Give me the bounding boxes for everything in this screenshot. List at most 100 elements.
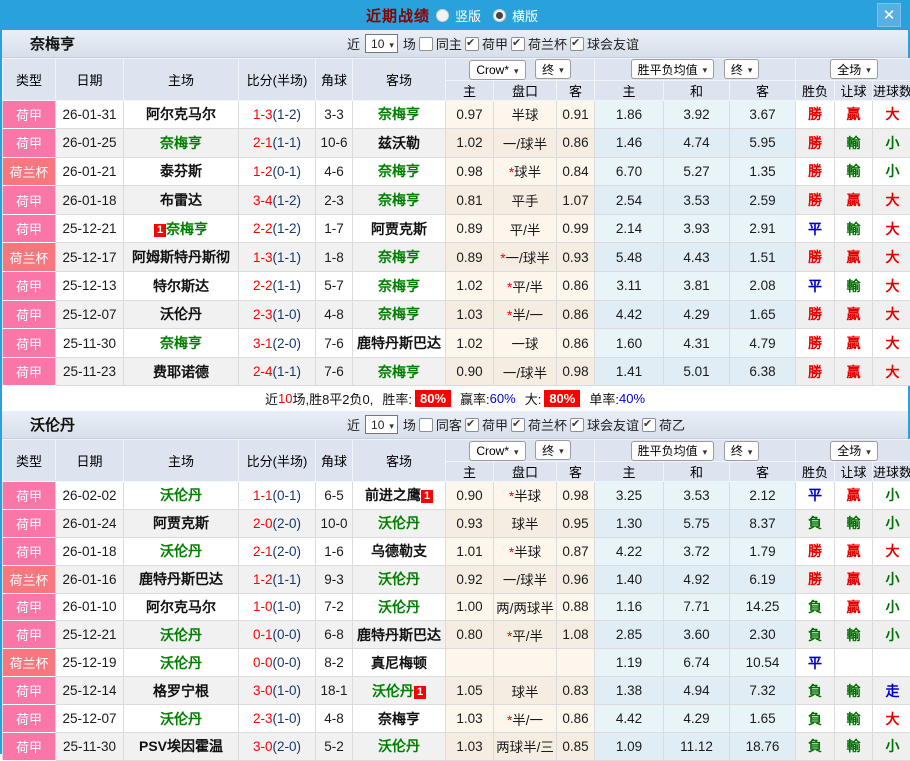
team-name: PSV埃因霍温 (139, 738, 223, 754)
result-goals-cell: 小 (873, 481, 910, 509)
single-rate-label: 单率: (589, 389, 619, 408)
col-res-wdl: 胜负 (796, 461, 835, 481)
eu-final-dropdown[interactable]: 终 (724, 59, 760, 79)
league-type-cell: 荷甲 (3, 509, 56, 537)
col-eu-draw: 和 (664, 80, 730, 100)
summary-count: 10 (278, 391, 292, 406)
result-goals-cell: 大 (873, 300, 910, 329)
league-type-cell: 荷兰杯 (3, 243, 56, 272)
ah-home-odds-cell: 0.90 (446, 357, 494, 386)
ah-line-cell: *一/球半 (494, 243, 557, 272)
corners-cell: 4-8 (316, 300, 353, 329)
team-name: 奈梅亨 (378, 711, 420, 727)
team-name: 泰芬斯 (160, 163, 202, 179)
profit-rate-value: 60% (490, 391, 516, 406)
match-row: 荷甲25-12-07沃伦丹2-3(1-0)4-8奈梅亨1.03*半/一0.864… (3, 705, 910, 733)
away-team-cell: 奈梅亨 (353, 357, 446, 386)
result-outcome-cell: 勝 (796, 129, 835, 158)
result-handicap-cell: 輸 (835, 129, 873, 158)
col-res-ah: 让球 (835, 80, 873, 100)
home-team-cell: 沃伦丹 (124, 621, 239, 649)
score-cell: 1-3(1-1) (239, 243, 316, 272)
same-venue-checkbox[interactable] (419, 418, 433, 432)
eu-final-dropdown[interactable]: 终 (724, 441, 760, 461)
filter-near-label: 近 (347, 34, 360, 53)
vertical-layout-label: 竖版 (455, 6, 481, 25)
chevron-down-icon (514, 63, 519, 77)
team-name: 沃伦丹 (378, 599, 420, 615)
league-checkbox[interactable] (465, 418, 479, 432)
eu-home-odds-cell: 1.60 (595, 329, 664, 358)
eu-draw-odds-cell: 4.94 (664, 677, 730, 705)
avg-odds-dropdown[interactable]: 胜平负均值 (631, 441, 715, 461)
full-match-dropdown[interactable]: 全场 (830, 441, 878, 461)
league-type-cell: 荷甲 (3, 705, 56, 733)
home-team-cell: 阿贾克斯 (124, 509, 239, 537)
col-away: 客场 (353, 440, 446, 482)
away-team-cell: 沃伦丹1 (353, 677, 446, 705)
score-cell: 1-0(1-0) (239, 593, 316, 621)
league-type-cell: 荷兰杯 (3, 157, 56, 186)
bookmaker-dropdown[interactable]: Crow* (469, 441, 525, 461)
ah-away-odds-cell: 0.87 (557, 537, 595, 565)
profit-rate-label: 赢率: (460, 389, 490, 408)
chevron-down-icon (748, 444, 753, 458)
eu-draw-odds-cell: 4.29 (664, 705, 730, 733)
date-cell: 26-01-21 (56, 157, 124, 186)
away-team-cell: 奈梅亨 (353, 705, 446, 733)
result-outcome-cell: 負 (796, 621, 835, 649)
cup-checkbox[interactable] (511, 37, 525, 51)
col-ah-home: 主 (446, 461, 494, 481)
horizontal-layout-label: 横版 (512, 6, 538, 25)
recent-count-select[interactable]: 10 (365, 415, 398, 434)
match-row: 荷甲25-11-30奈梅亨3-1(2-0)7-6鹿特丹斯巴达1.02一球0.86… (3, 329, 910, 358)
vertical-layout-radio[interactable] (436, 9, 449, 22)
league-type-cell: 荷甲 (3, 100, 56, 129)
win-rate-label: 胜率: (382, 389, 412, 408)
cup-checkbox[interactable] (511, 418, 525, 432)
ah-home-odds-cell: 0.90 (446, 481, 494, 509)
summary-bar: 近10场,胜8平2负0, 胜率:80% 赢率:60% 大:80% 单率:40% (2, 386, 908, 411)
rank-badge: 1 (154, 224, 166, 237)
friendly-checkbox[interactable] (570, 37, 584, 51)
ah-home-odds-cell: 0.89 (446, 214, 494, 243)
league2-checkbox[interactable] (642, 418, 656, 432)
ah-away-odds-cell: 1.08 (557, 621, 595, 649)
chevron-down-icon (866, 62, 871, 76)
friendly-label: 球会友谊 (587, 34, 639, 53)
friendly-checkbox[interactable] (570, 418, 584, 432)
date-cell: 26-01-16 (56, 565, 124, 593)
away-team-cell: 真尼梅顿 (353, 649, 446, 677)
col-eu-home: 主 (595, 461, 664, 481)
corners-cell: 7-2 (316, 593, 353, 621)
ah-home-odds-cell: 1.03 (446, 732, 494, 760)
close-button[interactable]: ✕ (877, 3, 901, 27)
results-tbody-0: 荷甲26-01-31阿尔克马尔1-3(1-2)3-3奈梅亨0.97半球0.911… (3, 100, 910, 386)
result-outcome-cell: 負 (796, 593, 835, 621)
league-checkbox[interactable] (465, 37, 479, 51)
home-team-cell: 沃伦丹 (124, 481, 239, 509)
avg-odds-dropdown[interactable]: 胜平负均值 (631, 59, 715, 79)
recent-count-select[interactable]: 10 (365, 34, 398, 53)
full-match-dropdown[interactable]: 全场 (830, 59, 878, 79)
same-venue-checkbox[interactable] (419, 37, 433, 51)
date-cell: 26-01-10 (56, 593, 124, 621)
ah-final-dropdown[interactable]: 终 (535, 59, 571, 79)
bookmaker-dropdown[interactable]: Crow* (469, 60, 525, 80)
result-goals-cell: 大 (873, 329, 910, 358)
cup-label: 荷兰杯 (528, 415, 567, 434)
result-outcome-cell: 勝 (796, 357, 835, 386)
ah-line-cell: *平/半 (494, 621, 557, 649)
league-type-cell: 荷甲 (3, 129, 56, 158)
eu-away-odds-cell: 14.25 (730, 593, 796, 621)
away-team-cell: 奈梅亨 (353, 243, 446, 272)
match-row: 荷甲25-12-14格罗宁根3-0(1-0)18-1沃伦丹11.05球半0.83… (3, 677, 910, 705)
corners-cell: 7-6 (316, 357, 353, 386)
score-cell: 3-4(1-2) (239, 186, 316, 215)
result-handicap-cell: 輸 (835, 732, 873, 760)
result-goals-cell: 小 (873, 621, 910, 649)
league-type-cell: 荷甲 (3, 537, 56, 565)
away-team-cell: 前进之鹰1 (353, 481, 446, 509)
horizontal-layout-radio[interactable] (493, 9, 506, 22)
ah-final-dropdown[interactable]: 终 (535, 440, 571, 460)
